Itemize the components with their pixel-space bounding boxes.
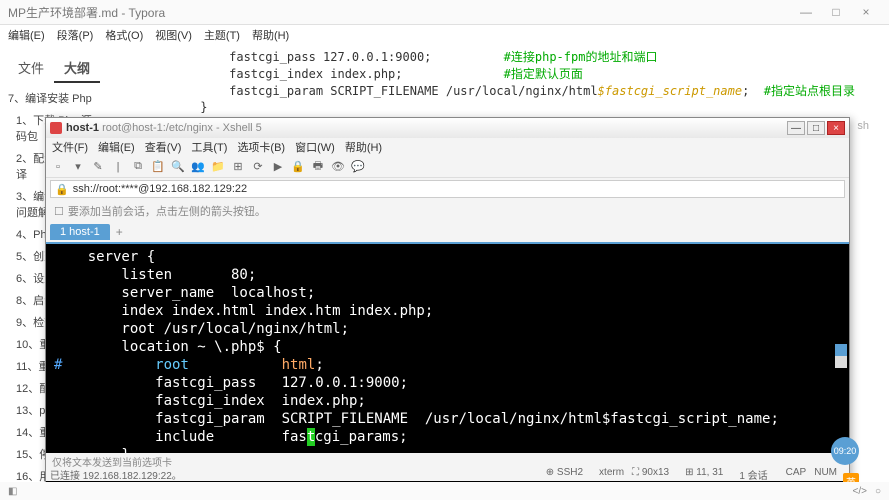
terminal[interactable]: server { listen 80; server_name localhos… bbox=[46, 242, 849, 482]
xshell-host: host-1 bbox=[66, 122, 99, 134]
status-cursor: ⊞ 11, 31 bbox=[685, 467, 731, 481]
sidebar-toggle-icon[interactable]: ◧ bbox=[8, 486, 17, 497]
tool-paste-icon[interactable]: 📋 bbox=[150, 159, 166, 175]
code-line: fastcgi_index index.php; #指定默认页面 bbox=[142, 66, 855, 83]
tool-grid-icon[interactable]: ⊞ bbox=[230, 159, 246, 175]
xmenu-view[interactable]: 查看(V) bbox=[145, 139, 182, 155]
outline-item[interactable]: 7、编译安装 Php bbox=[0, 87, 108, 109]
xshell-window: host-1 root@host-1:/etc/nginx - Xshell 5… bbox=[45, 117, 850, 482]
lang-label: sh bbox=[857, 120, 869, 132]
time-bubble-icon[interactable]: 09:20 bbox=[831, 437, 859, 465]
tool-play-icon[interactable]: ▶ bbox=[270, 159, 286, 175]
tool-eye-icon[interactable]: 👁 bbox=[330, 159, 346, 175]
tool-new-icon[interactable]: ▫ bbox=[50, 159, 66, 175]
lock-icon: 🔒 bbox=[55, 183, 69, 196]
menu-view[interactable]: 视图(V) bbox=[155, 27, 192, 43]
tool-print-icon[interactable]: 🖶 bbox=[310, 159, 326, 175]
status-ssh: ⊕ SSH2 bbox=[546, 467, 591, 481]
status-cap: CAP bbox=[786, 467, 807, 481]
tool-sync-icon[interactable]: ⟳ bbox=[250, 159, 266, 175]
code-line: fastcgi_pass 127.0.0.1:9000; #连接php-fpm的… bbox=[142, 49, 855, 66]
scrollbar[interactable] bbox=[835, 344, 847, 368]
terminal-line: server { bbox=[54, 248, 841, 266]
view-circle-icon[interactable]: ○ bbox=[875, 486, 881, 497]
xmenu-tabs[interactable]: 选项卡(B) bbox=[237, 139, 285, 155]
xshell-toolbar: ▫ ▾ ✎ | ⧉ 📋 🔍 👥 📁 ⊞ ⟳ ▶ 🔒 🖶 👁 💬 bbox=[46, 156, 849, 178]
app-title: MP生产环境部署.md - Typora bbox=[8, 4, 791, 21]
terminal-line: fastcgi_param SCRIPT_FILENAME /usr/local… bbox=[54, 410, 841, 428]
tab-files[interactable]: 文件 bbox=[8, 54, 54, 83]
terminal-line: index index.html index.htm index.php; bbox=[54, 302, 841, 320]
xshell-path: root@host-1:/etc/nginx - Xshell 5 bbox=[102, 122, 262, 134]
code-line: fastcgi_param SCRIPT_FILENAME /usr/local… bbox=[142, 83, 855, 100]
session-info: ☐要添加当前会话，点击左侧的箭头按钮。 bbox=[46, 200, 849, 222]
xmenu-edit[interactable]: 编辑(E) bbox=[98, 139, 135, 155]
status-sessions: 1 会话 bbox=[739, 467, 767, 481]
tool-open-icon[interactable]: ▾ bbox=[70, 159, 86, 175]
xshell-min-button[interactable]: — bbox=[787, 121, 805, 135]
xmenu-file[interactable]: 文件(F) bbox=[52, 139, 88, 155]
session-tab[interactable]: 1 host-1 bbox=[50, 224, 110, 240]
menu-help[interactable]: 帮助(H) bbox=[252, 27, 289, 43]
status-num: NUM bbox=[814, 467, 837, 481]
tab-outline[interactable]: 大纲 bbox=[54, 54, 100, 83]
xshell-max-button[interactable]: □ bbox=[807, 121, 825, 135]
main-menu: 编辑(E) 段落(P) 格式(O) 视图(V) 主题(T) 帮助(H) bbox=[0, 25, 889, 45]
menu-theme[interactable]: 主题(T) bbox=[204, 27, 240, 43]
terminal-line: fastcgi_pass 127.0.0.1:9000; bbox=[54, 374, 841, 392]
terminal-line: listen 80; bbox=[54, 266, 841, 284]
tool-chat-icon[interactable]: 💬 bbox=[350, 159, 366, 175]
xshell-icon bbox=[50, 122, 62, 134]
xmenu-window[interactable]: 窗口(W) bbox=[295, 139, 335, 155]
address-bar[interactable]: 🔒 ssh://root:****@192.168.182.129:22 bbox=[50, 180, 845, 198]
close-button[interactable]: × bbox=[851, 4, 881, 20]
add-tab-button[interactable]: + bbox=[116, 225, 123, 239]
send-target: 仅将文本发送到当前选项卡 bbox=[46, 453, 849, 467]
terminal-line: root /usr/local/nginx/html; bbox=[54, 320, 841, 338]
tool-folder-icon[interactable]: 📁 bbox=[210, 159, 226, 175]
menu-edit[interactable]: 编辑(E) bbox=[8, 27, 45, 43]
tool-copy-icon[interactable]: ⧉ bbox=[130, 159, 146, 175]
status-term: xterm bbox=[599, 467, 624, 481]
address-text: ssh://root:****@192.168.182.129:22 bbox=[73, 183, 247, 195]
xmenu-tools[interactable]: 工具(T) bbox=[191, 139, 227, 155]
code-line: } bbox=[142, 99, 855, 116]
terminal-line: include fastcgi_params; bbox=[54, 428, 841, 446]
xmenu-help[interactable]: 帮助(H) bbox=[345, 139, 382, 155]
min-button[interactable]: — bbox=[791, 4, 821, 20]
status-size: ⛶ 90x13 bbox=[632, 467, 677, 481]
terminal-line: location ~ \.php$ { bbox=[54, 338, 841, 356]
tool-lock-icon[interactable]: 🔒 bbox=[290, 159, 306, 175]
menu-format[interactable]: 格式(O) bbox=[105, 27, 143, 43]
conn-status: 已连接 192.168.182.129:22。 bbox=[50, 467, 182, 481]
typora-statusbar: ◧ </> ○ bbox=[0, 482, 889, 500]
tool-brush-icon[interactable]: ✎ bbox=[90, 159, 106, 175]
menu-paragraph[interactable]: 段落(P) bbox=[57, 27, 94, 43]
max-button[interactable]: □ bbox=[821, 4, 851, 20]
terminal-line: fastcgi_index index.php; bbox=[54, 392, 841, 410]
terminal-line: # root html; bbox=[54, 356, 841, 374]
terminal-line: server_name localhost; bbox=[54, 284, 841, 302]
tool-search-icon[interactable]: 🔍 bbox=[170, 159, 186, 175]
xshell-close-button[interactable]: × bbox=[827, 121, 845, 135]
view-toggle-icon[interactable]: </> bbox=[852, 486, 866, 497]
tool-people-icon[interactable]: 👥 bbox=[190, 159, 206, 175]
tool-sep: | bbox=[110, 159, 126, 175]
